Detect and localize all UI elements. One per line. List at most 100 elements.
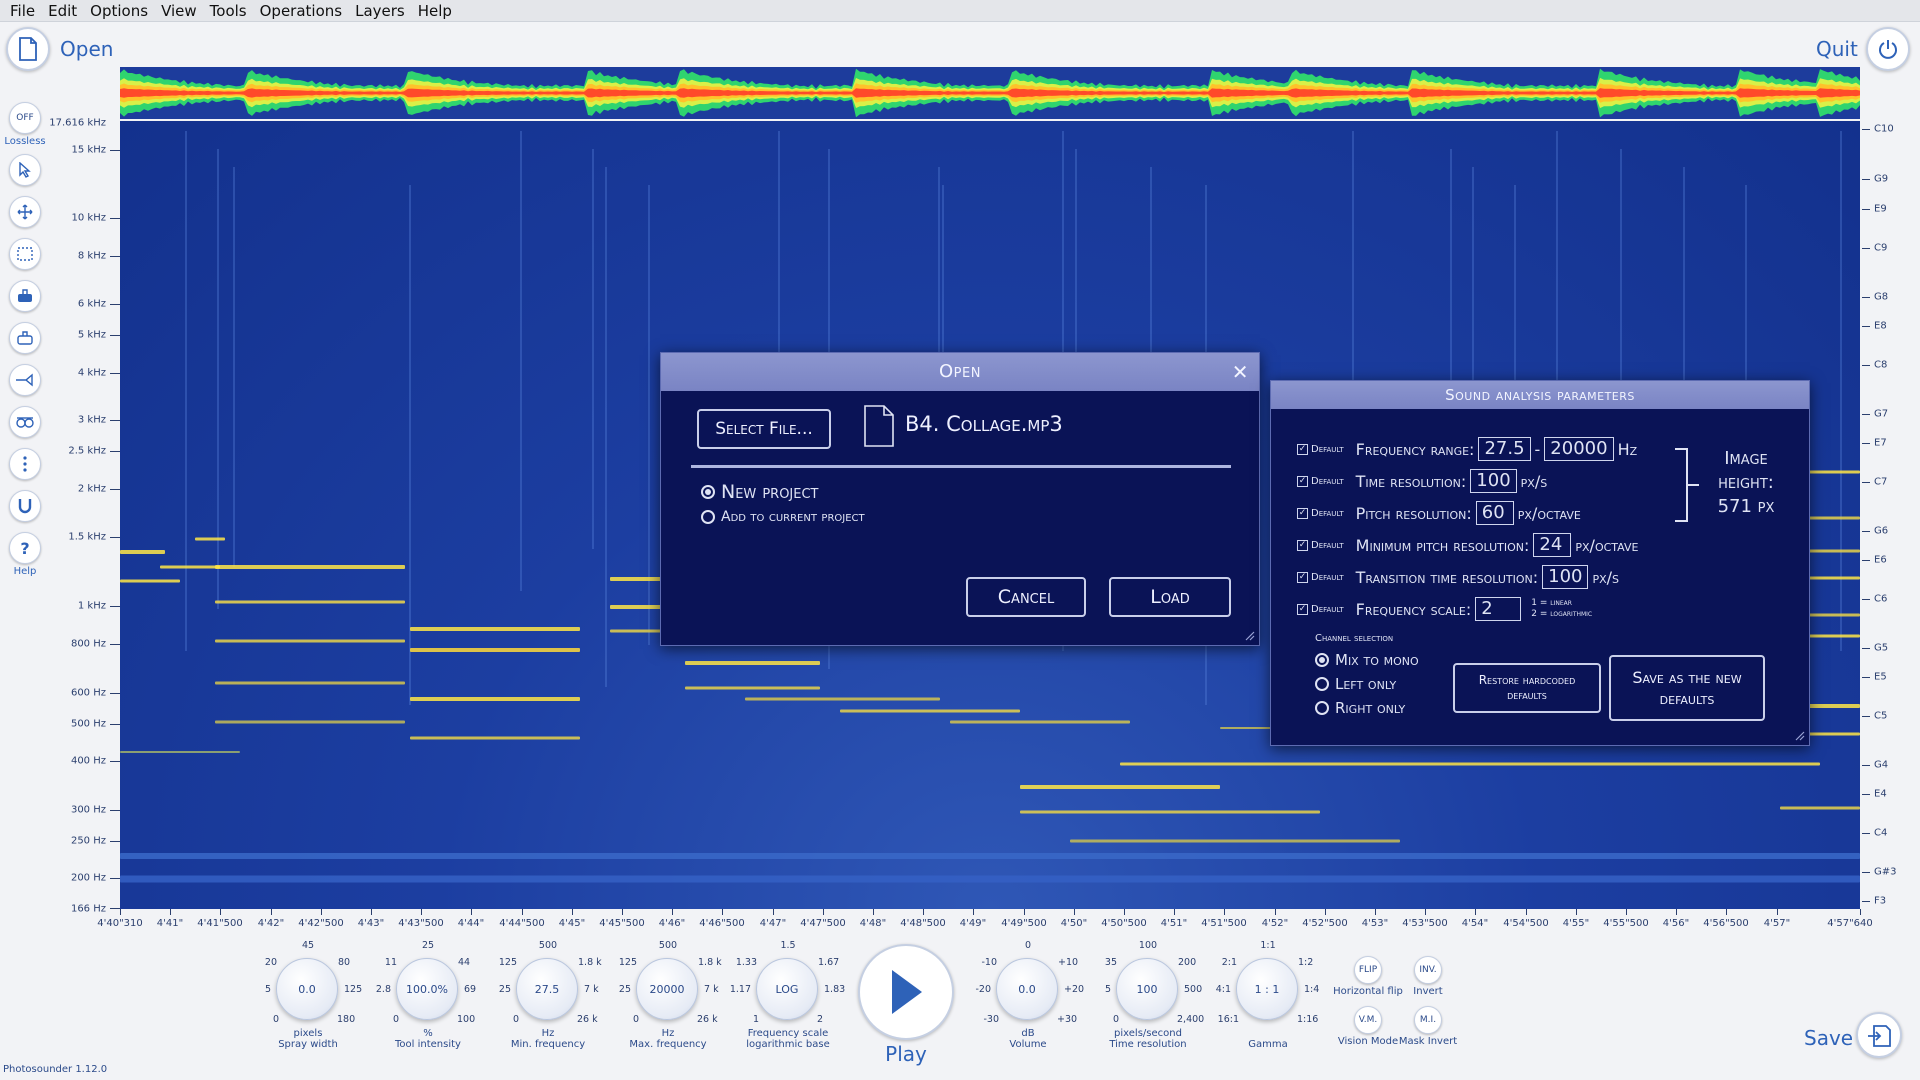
clone-tool[interactable]	[9, 406, 41, 438]
radio-unselected[interactable]	[701, 510, 715, 524]
restore-defaults-button[interactable]: Restore hardcoded defaults	[1453, 663, 1601, 713]
knob-scale: 4:1	[1215, 984, 1231, 995]
knob-dial[interactable]: 20000	[636, 958, 698, 1020]
left-only-option[interactable]: Left only	[1315, 675, 1396, 693]
resize-grip-icon[interactable]	[1243, 629, 1255, 641]
brush-tool[interactable]	[9, 364, 41, 396]
knob-value: 100.0%	[406, 982, 448, 996]
lossless-toggle[interactable]: OFF	[9, 102, 41, 134]
close-icon[interactable]: ✕	[1232, 353, 1249, 391]
harmonic-line	[120, 875, 1860, 883]
default-checkbox[interactable]: ✓	[1297, 443, 1308, 455]
menu-layers[interactable]: Layers	[355, 2, 405, 20]
transition-time-input[interactable]: 100	[1542, 565, 1589, 589]
radio-selected[interactable]	[701, 485, 715, 499]
freq-max-input[interactable]: 20000	[1544, 437, 1614, 461]
radio-selected[interactable]	[1315, 653, 1329, 667]
note-label: E7	[1874, 437, 1887, 449]
save-button[interactable]	[1856, 1012, 1902, 1058]
pitch-resolution-input[interactable]: 60	[1475, 501, 1514, 525]
menu-edit[interactable]: Edit	[48, 2, 77, 20]
open-button[interactable]	[6, 27, 50, 71]
radio-unselected[interactable]	[1315, 701, 1329, 715]
open-label[interactable]: Open	[60, 37, 113, 61]
params-dialog-titlebar[interactable]: Sound analysis parameters	[1271, 381, 1809, 409]
sound-analysis-dialog: Sound analysis parameters ✓ Default Frequ…	[1270, 380, 1810, 746]
amplifier-icon	[17, 331, 33, 345]
knob-dial[interactable]: 0.0	[276, 958, 338, 1020]
vision-mode-button[interactable]: V.M.	[1354, 1006, 1382, 1034]
play-label[interactable]: Play	[858, 1042, 954, 1066]
help-button[interactable]: ?	[9, 532, 41, 564]
menu-options[interactable]: Options	[90, 2, 148, 20]
new-project-option[interactable]: New project	[701, 481, 819, 503]
file-icon	[19, 37, 37, 61]
waveform-overview[interactable]	[120, 67, 1860, 119]
default-checkbox[interactable]: ✓	[1297, 603, 1308, 615]
resize-grip-icon[interactable]	[1793, 729, 1805, 741]
amplifier-tool[interactable]	[9, 322, 41, 354]
eraser-tool[interactable]	[9, 280, 41, 312]
harmonic-line	[1120, 762, 1820, 766]
question-icon: ?	[20, 538, 30, 558]
frequency-scale-input[interactable]: 2	[1475, 597, 1522, 621]
mask-invert-button[interactable]: M.I.	[1414, 1006, 1442, 1034]
menu-help[interactable]: Help	[418, 2, 452, 20]
right-only-option[interactable]: Right only	[1315, 699, 1405, 717]
play-button[interactable]	[858, 944, 954, 1040]
menu-tools[interactable]: Tools	[210, 2, 247, 20]
load-button[interactable]: Load	[1109, 577, 1231, 617]
knob-dial[interactable]: LOG	[756, 958, 818, 1020]
select-file-button[interactable]: Select File...	[697, 409, 831, 449]
quit-button[interactable]	[1866, 27, 1910, 71]
menu-view[interactable]: View	[161, 2, 197, 20]
invert-button[interactable]: INV.	[1414, 956, 1442, 984]
menu-operations[interactable]: Operations	[260, 2, 342, 20]
default-checkbox[interactable]: ✓	[1297, 475, 1308, 487]
time-tick	[1425, 909, 1426, 915]
selection-tool[interactable]	[9, 238, 41, 270]
pointer-tool[interactable]	[9, 154, 41, 186]
save-label[interactable]: Save	[1804, 1026, 1853, 1050]
time-label: 4'54"	[1461, 918, 1489, 929]
knob-dial[interactable]: 27.5	[516, 958, 578, 1020]
min-pitch-input[interactable]: 24	[1533, 533, 1572, 557]
knob-scale: 11	[384, 957, 397, 968]
knob-scale-top: 1.5	[780, 940, 796, 951]
more-tools[interactable]	[9, 448, 41, 480]
time-label: 4'52"500	[1302, 918, 1348, 929]
magnet-tool[interactable]	[9, 490, 41, 522]
freq-min-input[interactable]: 27.5	[1478, 437, 1531, 461]
open-dialog-titlebar[interactable]: Open ✕	[661, 353, 1259, 391]
file-name: B4. Collage.mp3	[905, 412, 1063, 436]
freq-label: 10 kHz	[71, 212, 106, 224]
freq-label: 300 Hz	[70, 804, 106, 816]
quit-label[interactable]: Quit	[1816, 37, 1858, 61]
note-label: C4	[1874, 827, 1888, 839]
knob-dial[interactable]: 100.0%	[396, 958, 458, 1020]
menu-file[interactable]: File	[10, 2, 35, 20]
time-resolution-input[interactable]: 100	[1470, 469, 1517, 493]
save-defaults-button[interactable]: Save as the new defaults	[1609, 655, 1765, 721]
new-project-label: New project	[721, 481, 819, 503]
harmonic-line	[1020, 810, 1320, 814]
default-checkbox[interactable]: ✓	[1297, 539, 1308, 551]
knob-dial[interactable]: 1 : 1	[1236, 958, 1298, 1020]
knob-dial[interactable]: 100	[1116, 958, 1178, 1020]
time-label: 4'52"	[1261, 918, 1289, 929]
cancel-button[interactable]: Cancel	[966, 577, 1086, 617]
horizontal-flip-button[interactable]: FLIP	[1354, 956, 1382, 984]
add-to-project-option[interactable]: Add to current project	[701, 509, 865, 525]
default-checkbox[interactable]: ✓	[1297, 571, 1308, 583]
default-checkbox[interactable]: ✓	[1297, 507, 1308, 519]
freq-tick	[110, 256, 120, 257]
time-label: 4'53"500	[1402, 918, 1448, 929]
save-icon	[1868, 1025, 1891, 1047]
harmonic-line	[215, 565, 405, 569]
radio-unselected[interactable]	[1315, 677, 1329, 691]
time-tick	[522, 909, 523, 915]
knob-dial[interactable]: 0.0	[996, 958, 1058, 1020]
time-label: 4'44"500	[499, 918, 545, 929]
move-tool[interactable]	[9, 196, 41, 228]
mix-to-mono-option[interactable]: Mix to mono	[1315, 651, 1419, 669]
